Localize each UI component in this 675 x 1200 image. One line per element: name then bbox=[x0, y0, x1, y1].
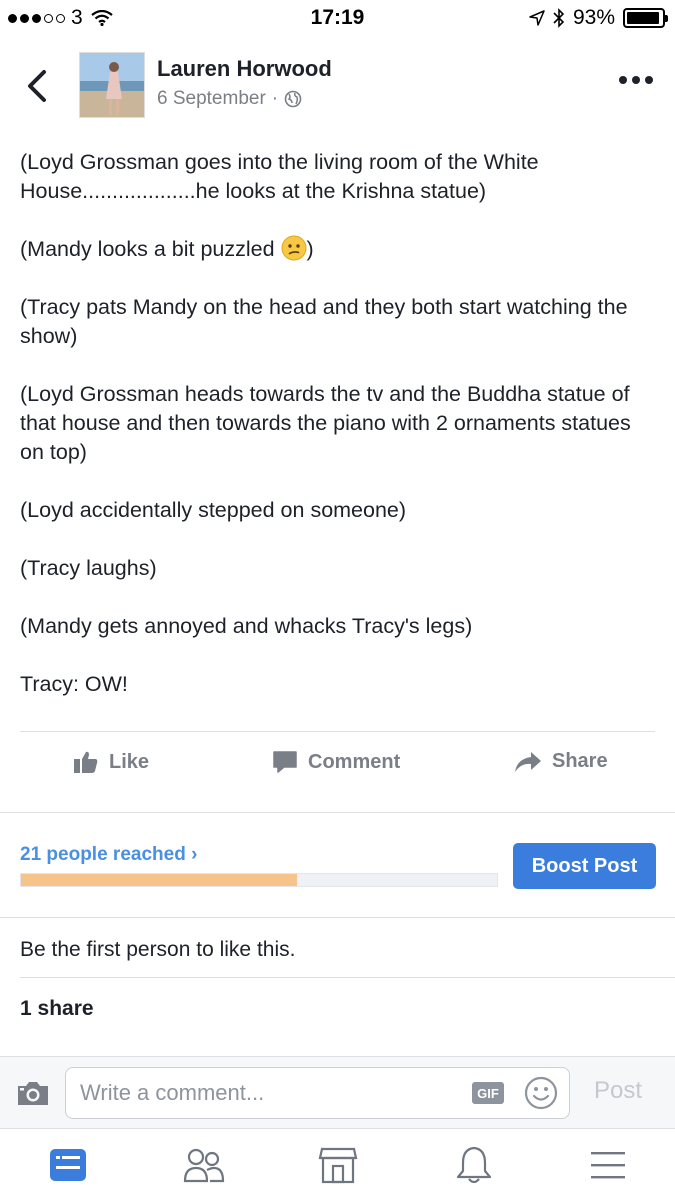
camera-icon[interactable] bbox=[16, 1079, 50, 1107]
paragraph-close-paren: ) bbox=[306, 237, 314, 261]
avatar[interactable] bbox=[79, 52, 145, 118]
post-header: Lauren Horwood 6 September · bbox=[0, 44, 675, 128]
post-paragraph: Tracy: OW! bbox=[20, 672, 128, 696]
post-actions: Like Comment Share bbox=[0, 740, 675, 792]
likes-summary[interactable]: Be the first person to like this. bbox=[20, 938, 295, 962]
comment-placeholder: Write a comment... bbox=[80, 1080, 265, 1105]
globe-icon bbox=[284, 90, 302, 108]
meta-separator: · bbox=[271, 88, 279, 109]
post-paragraph: (Loyd Grossman goes into the living room… bbox=[20, 150, 539, 203]
bell-icon bbox=[456, 1146, 492, 1184]
bluetooth-icon bbox=[553, 8, 565, 28]
likes-divider bbox=[20, 977, 675, 978]
battery-fill bbox=[627, 12, 659, 24]
sticker-smiley-icon[interactable] bbox=[524, 1076, 558, 1110]
post-paragraph: (Loyd accidentally stepped on someone) bbox=[20, 498, 407, 522]
reach-progress-bar bbox=[20, 873, 498, 887]
tab-marketplace[interactable] bbox=[316, 1143, 360, 1187]
tab-news-feed[interactable] bbox=[46, 1143, 90, 1187]
post-paragraph: (Tracy laughs) bbox=[20, 556, 157, 580]
back-button[interactable] bbox=[22, 66, 54, 106]
marketplace-icon bbox=[318, 1147, 358, 1184]
post-date[interactable]: 6 September bbox=[157, 88, 266, 110]
post-meta: 6 September · bbox=[157, 88, 302, 110]
more-options-icon[interactable] bbox=[619, 76, 653, 84]
post-paragraph: (Mandy gets annoyed and whacks Tracy's l… bbox=[20, 614, 473, 638]
status-right: 93% bbox=[529, 6, 668, 30]
tab-notifications[interactable] bbox=[452, 1143, 496, 1187]
shares-count[interactable]: 1 share bbox=[20, 997, 94, 1021]
reach-divider bbox=[0, 917, 675, 918]
confused-face-emoji-icon bbox=[281, 235, 307, 261]
like-label: Like bbox=[109, 750, 150, 773]
status-bar: 3 17:19 93% bbox=[0, 0, 675, 36]
post-paragraph: (Tracy pats Mandy on the head and they b… bbox=[20, 295, 628, 348]
author-name[interactable]: Lauren Horwood bbox=[157, 56, 332, 82]
news-feed-icon bbox=[50, 1149, 86, 1181]
comment-input[interactable]: Write a comment... GIF bbox=[65, 1067, 570, 1119]
share-arrow-icon bbox=[515, 751, 541, 772]
post-paragraph-emoji: (Mandy looks a bit puzzled ) bbox=[20, 235, 660, 264]
reach-progress-fill bbox=[21, 874, 298, 886]
bottom-tab-bar bbox=[0, 1128, 675, 1200]
thumbs-up-icon bbox=[74, 751, 98, 773]
battery-percent: 93% bbox=[572, 6, 615, 29]
tab-friends[interactable] bbox=[182, 1143, 226, 1187]
like-button[interactable]: Like bbox=[73, 750, 149, 774]
section-divider bbox=[0, 812, 675, 813]
comment-label: Comment bbox=[308, 750, 401, 773]
actions-divider bbox=[20, 731, 655, 732]
friends-icon bbox=[183, 1148, 225, 1183]
post-paragraph: (Mandy looks a bit puzzled bbox=[20, 237, 281, 261]
post-body: (Loyd Grossman goes into the living room… bbox=[20, 148, 660, 728]
post-paragraph: (Loyd Grossman heads towards the tv and … bbox=[20, 382, 631, 464]
gif-button[interactable]: GIF bbox=[472, 1082, 504, 1104]
share-label: Share bbox=[552, 750, 608, 772]
post-comment-button[interactable]: Post bbox=[594, 1077, 642, 1105]
chevron-right-icon: › bbox=[191, 844, 198, 865]
battery-icon bbox=[623, 8, 668, 28]
comment-composer: Write a comment... GIF Post bbox=[0, 1056, 675, 1128]
tab-menu[interactable] bbox=[586, 1143, 630, 1187]
share-button[interactable]: Share bbox=[514, 750, 608, 773]
comment-button[interactable]: Comment bbox=[272, 750, 400, 774]
people-reached-link[interactable]: 21 people reached › bbox=[20, 844, 197, 866]
comment-bubble-icon bbox=[273, 751, 297, 773]
boost-post-button[interactable]: Boost Post bbox=[513, 843, 656, 889]
hamburger-menu-icon bbox=[591, 1152, 625, 1179]
location-arrow-icon bbox=[529, 10, 545, 26]
people-reached-label: 21 people reached bbox=[20, 844, 186, 865]
